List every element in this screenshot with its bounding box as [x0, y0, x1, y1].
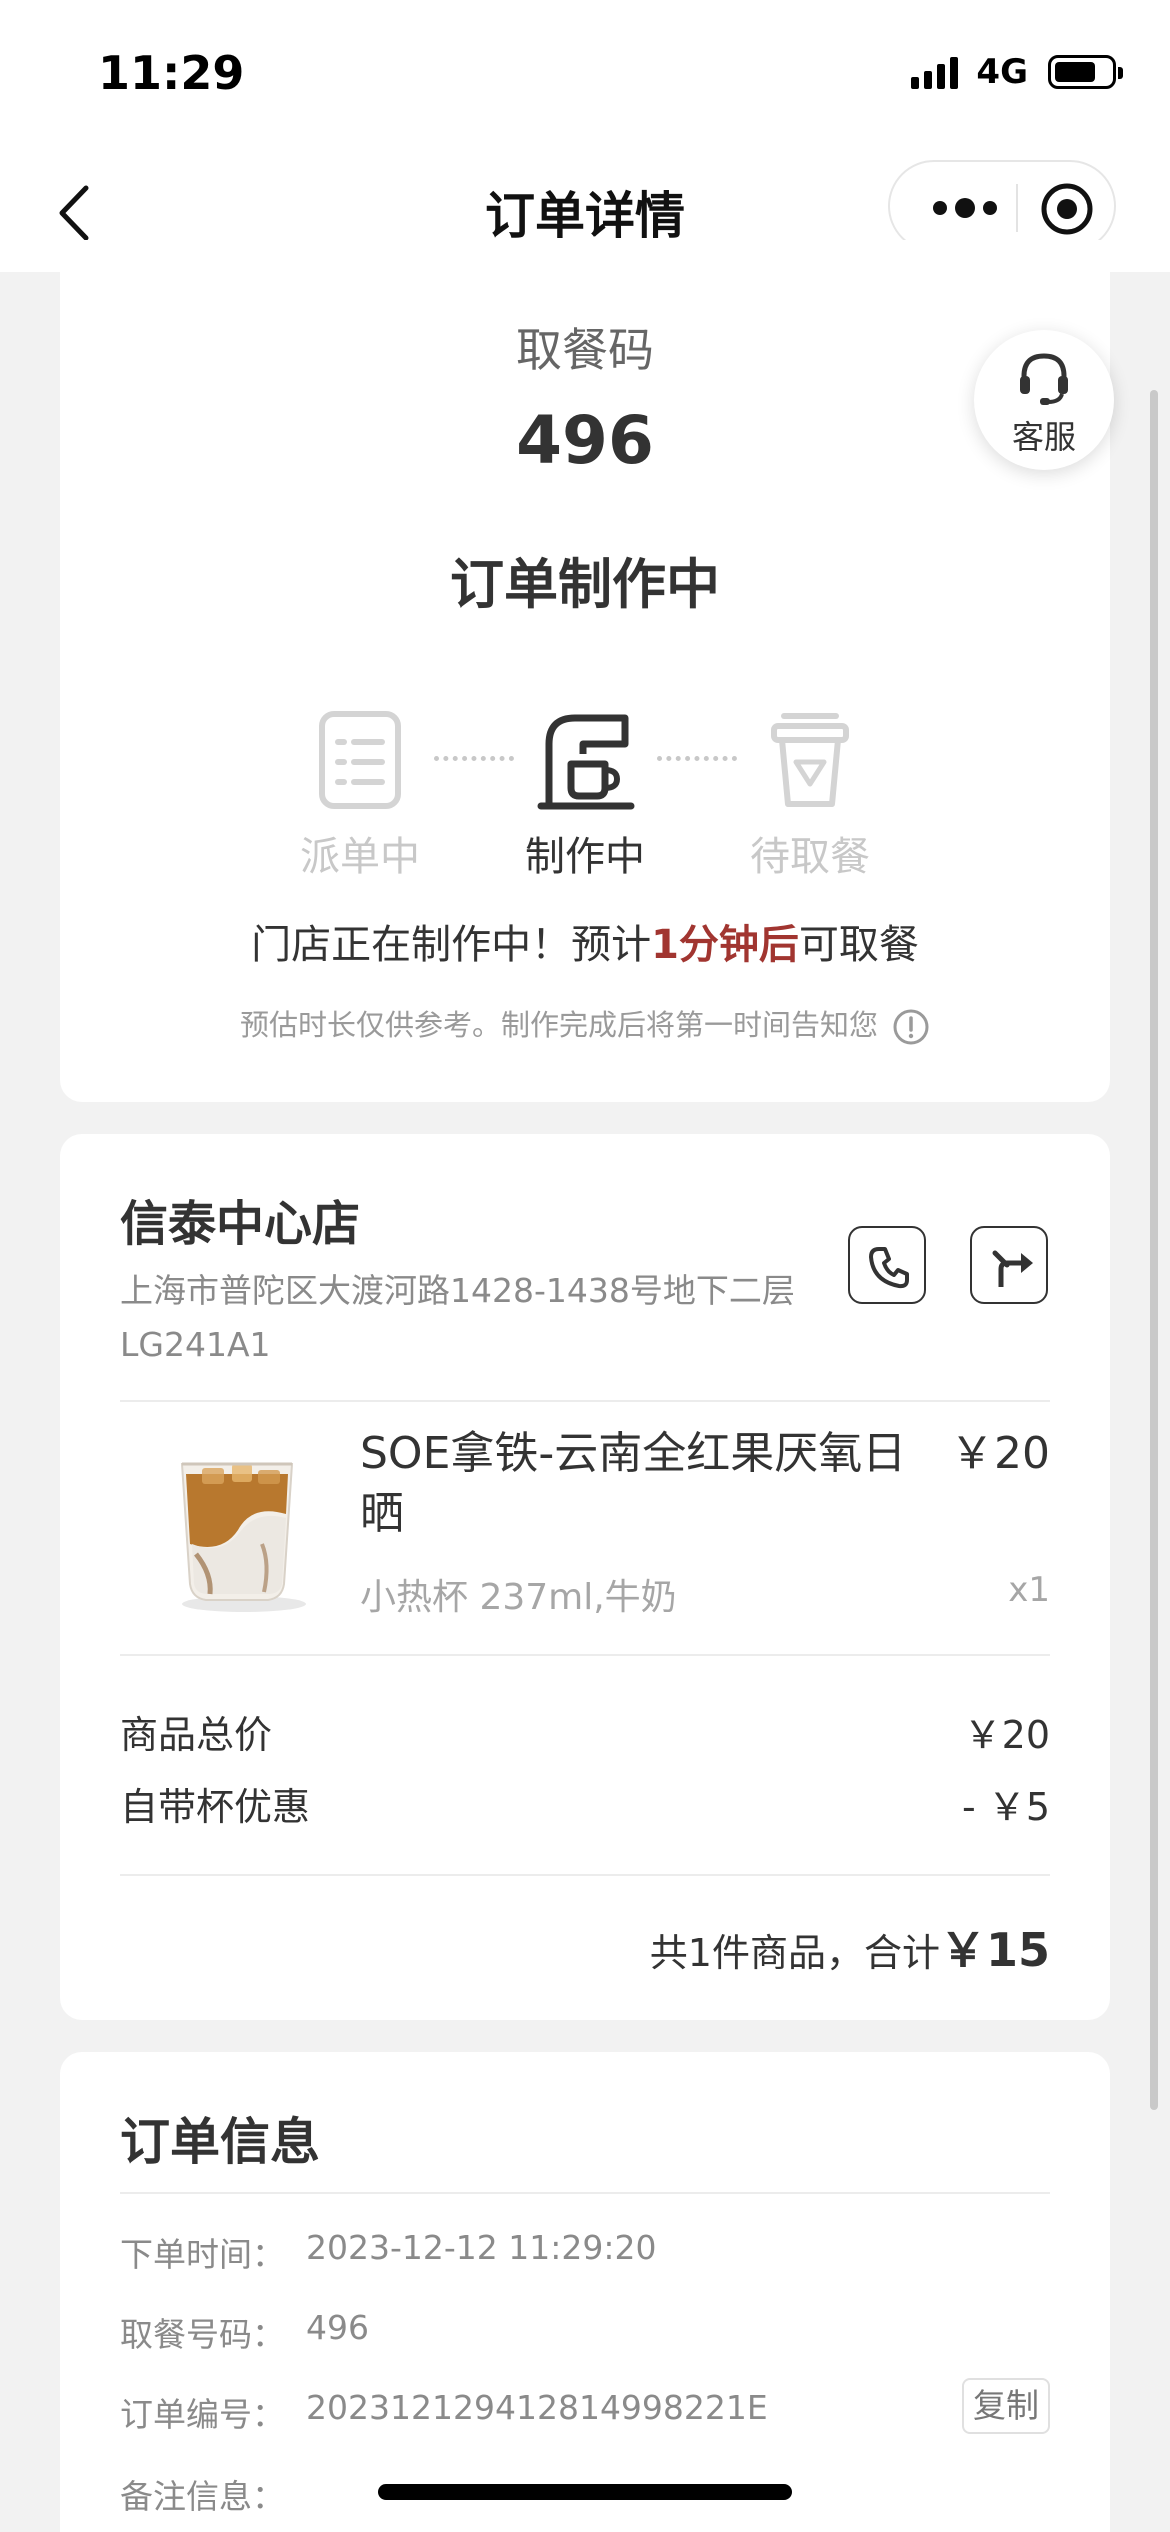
step-making: 制作中 [485, 710, 685, 882]
store-name: 信泰中心店 [120, 1196, 361, 1252]
home-indicator [378, 2484, 792, 2500]
subtotal-label: 商品总价 [120, 1713, 273, 1757]
headset-icon [1020, 353, 1068, 405]
progress-message: 门店正在制作中！预计1分钟后可取餐 [60, 912, 1110, 970]
product-name: SOE拿铁-云南全红果厌氧日晒 [360, 1428, 907, 1539]
order-time-label: 下单时间： [120, 2235, 285, 2274]
order-time-value: 2023-12-12 11:29:20 [306, 2228, 657, 2267]
discount-value: - ￥5 [962, 1785, 1050, 1829]
subtotal-value: ￥20 [963, 1713, 1050, 1757]
status-bar: 11:29 4G [0, 0, 1170, 150]
copy-order-number-button[interactable]: 复制 [962, 2378, 1050, 2434]
step-label: 制作中 [525, 834, 645, 880]
battery-icon [1048, 55, 1123, 89]
store-order-card: 信泰中心店 上海市普陀区大渡河路1428-1438号地下二层LG241A1 SO… [60, 1134, 1110, 2020]
signal-icon [911, 55, 959, 89]
remark-label: 备注信息： [120, 2477, 285, 2516]
product-spec: 小热杯 237ml,牛奶 [360, 1577, 677, 1618]
divider [120, 1400, 1050, 1402]
discount-label: 自带杯优惠 [120, 1785, 311, 1829]
product-image[interactable] [152, 1434, 322, 1614]
order-total: 共1件商品，合计￥15 [650, 1914, 1050, 1980]
total-amount: ￥15 [939, 1923, 1050, 1977]
progress-message-prefix: 门店正在制作中！预计 [251, 922, 652, 968]
step-dispatching: 派单中 [260, 710, 460, 882]
coffee-machine-icon [537, 714, 635, 810]
status-time: 11:29 [98, 46, 245, 100]
divider [120, 1654, 1050, 1656]
eta-highlight: 1分钟后 [651, 922, 799, 968]
product-quantity: x1 [1008, 1570, 1050, 1610]
close-target-icon[interactable] [1040, 182, 1094, 236]
order-number-label: 订单编号： [120, 2395, 285, 2434]
mini-program-capsule [888, 160, 1116, 252]
navigate-button[interactable] [970, 1226, 1048, 1304]
network-type: 4G [976, 52, 1028, 92]
store-address: 上海市普陀区大渡河路1428-1438号地下二层LG241A1 [120, 1271, 795, 1364]
customer-service-button[interactable]: 客服 [974, 330, 1114, 470]
pickup-code: 496 [516, 402, 654, 479]
step-label: 派单中 [300, 834, 420, 880]
customer-service-label: 客服 [1011, 418, 1076, 456]
order-info-card: 订单信息 下单时间： 2023-12-12 11:29:20 取餐号码： 496… [60, 2052, 1110, 2532]
clipboard-icon [319, 711, 401, 809]
disclaimer-text: 预估时长仅供参考。制作完成后将第一时间告知您 [239, 1008, 878, 1042]
total-prefix: 共1件商品，合计 [649, 1931, 940, 1975]
divider [120, 1874, 1050, 1876]
product-price: ￥20 [950, 1428, 1050, 1479]
cup-icon [771, 713, 849, 807]
scrollbar[interactable] [1150, 390, 1158, 2110]
order-number-value: 20231212941281499822​1E [306, 2388, 768, 2427]
order-status: 订单制作中 [450, 553, 720, 616]
step-label: 待取餐 [750, 834, 870, 880]
divider [120, 2192, 1050, 2194]
pickup-number-label: 取餐号码： [120, 2315, 285, 2354]
eta-disclaimer: 预估时长仅供参考。制作完成后将第一时间告知您 [60, 1002, 1110, 1046]
phone-icon [869, 1247, 909, 1289]
info-icon[interactable] [892, 1008, 930, 1046]
pickup-code-label: 取餐码 [516, 323, 654, 377]
more-icon[interactable] [930, 190, 1000, 226]
pickup-number-value: 496 [306, 2308, 369, 2347]
call-store-button[interactable] [848, 1226, 926, 1304]
directions-icon [992, 1250, 1033, 1287]
pickup-status-card: 取餐码 496 订单制作中 派单中 制作中 待取餐 门店正在制作中！预计1分钟后… [60, 240, 1110, 1102]
status-indicators: 4G [911, 52, 1123, 92]
capsule-divider [1016, 184, 1018, 232]
progress-message-suffix: 可取餐 [798, 922, 919, 968]
order-info-title: 订单信息 [120, 2113, 320, 2171]
step-ready: 待取餐 [710, 710, 910, 882]
